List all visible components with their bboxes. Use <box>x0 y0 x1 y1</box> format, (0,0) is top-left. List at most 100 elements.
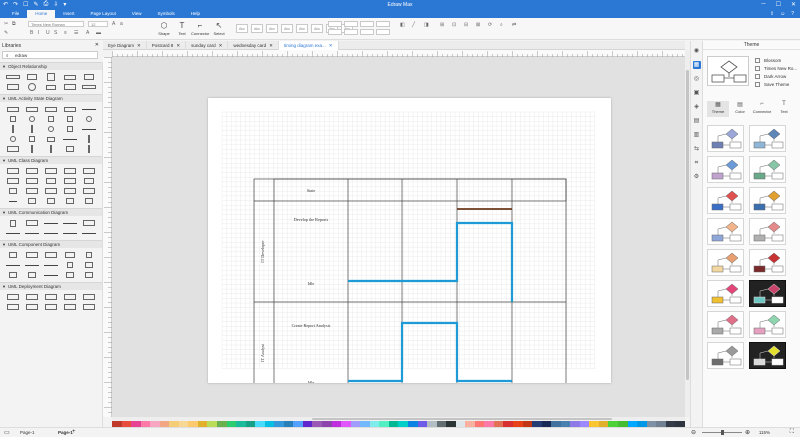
library-shape[interactable] <box>4 229 21 237</box>
library-shape[interactable] <box>80 73 97 81</box>
theme-card[interactable] <box>707 342 744 369</box>
grid-icon[interactable]: ⌗ <box>693 159 701 167</box>
data-icon[interactable]: ◈ <box>693 103 701 111</box>
text-tool-button[interactable]: T Text <box>173 21 191 36</box>
theme-card[interactable] <box>749 156 786 183</box>
library-shape[interactable] <box>61 187 78 195</box>
theme-card[interactable] <box>749 342 786 369</box>
strike-icon[interactable]: S <box>54 30 57 36</box>
library-shape[interactable] <box>23 251 40 259</box>
group-icon[interactable]: ⊡ <box>452 22 456 28</box>
library-shape[interactable] <box>80 229 97 237</box>
menu-tab-page-layout[interactable]: Page Layout <box>83 10 124 18</box>
library-shape[interactable] <box>61 177 78 185</box>
add-page-button[interactable]: + <box>72 429 76 435</box>
menu-tab-home[interactable]: Home <box>27 10 56 18</box>
library-shape[interactable] <box>42 135 59 143</box>
theme-subtab-theme[interactable]: ▦ Theme <box>707 101 729 117</box>
close-icon[interactable]: ✕ <box>137 41 141 50</box>
library-shape[interactable] <box>80 197 97 205</box>
drawing-canvas[interactable]: State IT Developer IT Analyst Develop the R… <box>112 57 685 417</box>
theme-subtab-connector[interactable]: ⌐ Connector <box>751 101 773 117</box>
theme-card[interactable] <box>707 311 744 338</box>
library-shape[interactable] <box>4 271 21 279</box>
help-icon[interactable]: ? <box>791 11 794 17</box>
format-painter-icon[interactable]: ✎ <box>4 30 8 36</box>
library-shape[interactable] <box>4 293 21 301</box>
library-shape[interactable] <box>23 125 40 133</box>
maximize-icon[interactable]: ☐ <box>776 1 781 8</box>
library-shape[interactable] <box>61 167 78 175</box>
theme-option[interactable]: Save Theme <box>755 82 789 87</box>
line-style-7[interactable] <box>360 29 374 35</box>
library-shape[interactable] <box>61 125 78 133</box>
library-shape[interactable] <box>4 125 21 133</box>
library-shape[interactable] <box>23 229 40 237</box>
library-shape[interactable] <box>4 177 21 185</box>
library-shape[interactable] <box>80 303 97 311</box>
library-shape[interactable] <box>42 251 59 259</box>
scroll-thumb[interactable] <box>312 418 612 420</box>
theme-card[interactable] <box>749 280 786 307</box>
library-shape[interactable] <box>4 197 21 205</box>
library-shape[interactable] <box>42 105 59 113</box>
close-icon[interactable]: ✕ <box>791 1 796 8</box>
library-shape[interactable] <box>80 219 97 227</box>
page-tab-current[interactable]: Page-1 <box>58 430 73 435</box>
quick-style-3[interactable]: Abc <box>266 24 278 33</box>
theme-subtab-text[interactable]: T Text <box>773 101 795 117</box>
library-shape[interactable] <box>61 303 78 311</box>
document-tab[interactable]: sunday card ✕ <box>186 41 229 50</box>
library-search-input[interactable]: ⌕ edraw <box>2 51 98 59</box>
close-icon[interactable]: ✕ <box>95 42 99 48</box>
library-shape[interactable] <box>80 271 97 279</box>
rotate-icon[interactable]: ⟳ <box>488 22 492 28</box>
shrink-font-icon[interactable]: a <box>120 21 123 27</box>
document-tab[interactable]: Eye Diagram ✕ <box>103 41 147 50</box>
fill-panel-icon[interactable]: ◉ <box>693 47 701 55</box>
library-shape[interactable] <box>80 83 97 91</box>
line-icon[interactable]: ╱ <box>412 22 415 28</box>
library-shape[interactable] <box>23 145 40 153</box>
library-shape[interactable] <box>61 271 78 279</box>
library-shape[interactable] <box>80 187 97 195</box>
theme-card[interactable] <box>707 280 744 307</box>
table-icon[interactable]: ▥ <box>693 131 701 139</box>
library-shape[interactable] <box>42 229 59 237</box>
theme-card[interactable] <box>749 187 786 214</box>
library-shape[interactable] <box>42 73 59 81</box>
library-shape[interactable] <box>80 145 97 153</box>
shape-tool-button[interactable]: ⬡ Shape <box>155 21 173 36</box>
library-shape[interactable] <box>61 73 78 81</box>
library-shape[interactable] <box>42 271 59 279</box>
library-shape[interactable] <box>42 197 59 205</box>
library-section-5[interactable]: ▼ UML Component Diagram <box>0 240 102 248</box>
library-shape[interactable] <box>4 167 21 175</box>
library-shape[interactable] <box>4 187 21 195</box>
connector-tool-button[interactable]: ⌐ Connector <box>191 21 209 36</box>
line-style-8[interactable] <box>376 29 390 35</box>
theme-card[interactable] <box>749 249 786 276</box>
library-shape[interactable] <box>80 115 97 123</box>
select-tool-button[interactable]: ↖ Select <box>210 21 228 36</box>
library-shape[interactable] <box>61 229 78 237</box>
library-shape[interactable] <box>23 187 40 195</box>
scroll-thumb[interactable] <box>686 70 689 380</box>
paste-icon[interactable]: ✂ <box>4 21 8 27</box>
menu-tab-view[interactable]: View <box>124 10 150 18</box>
library-shape[interactable] <box>42 115 59 123</box>
library-shape[interactable] <box>42 167 59 175</box>
document-tab[interactable]: Postcard 8 ✕ <box>147 41 187 50</box>
library-shape[interactable] <box>61 251 78 259</box>
library-shape[interactable] <box>61 145 78 153</box>
timing-diagram[interactable]: State IT Developer IT Analyst Develop the R… <box>208 98 611 415</box>
library-shape[interactable] <box>4 261 21 269</box>
quick-style-2[interactable]: Abc <box>251 24 263 33</box>
menu-tab-file[interactable]: File <box>4 10 27 18</box>
library-shape[interactable] <box>23 135 40 143</box>
zoom-slider-knob[interactable] <box>721 430 724 435</box>
shadow-icon[interactable]: ◨ <box>424 22 429 28</box>
line-style-1[interactable] <box>328 21 342 27</box>
italic-icon[interactable]: I <box>38 30 39 36</box>
library-shape[interactable] <box>23 167 40 175</box>
